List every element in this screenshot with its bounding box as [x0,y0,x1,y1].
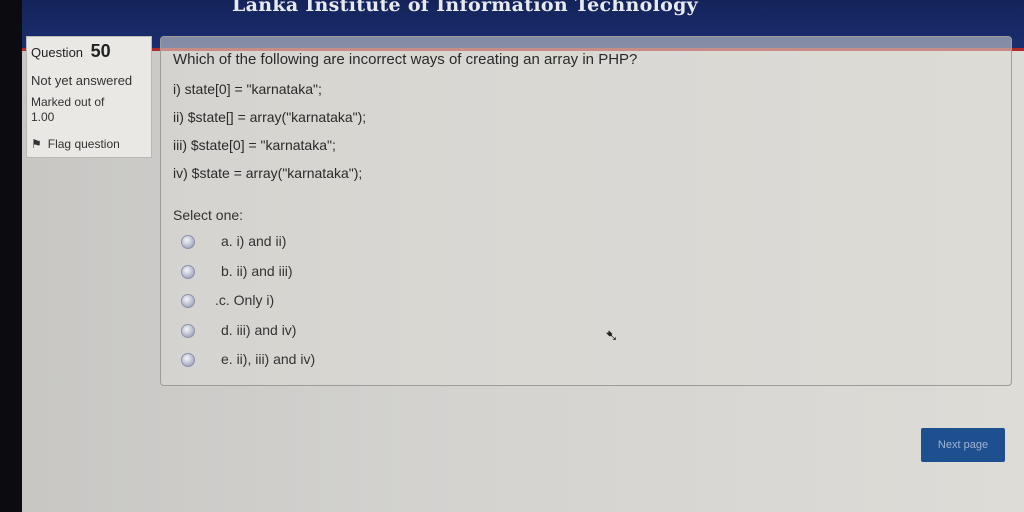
question-line-4: iv) $state = array("karnataka"); [173,165,363,181]
option-d-radio[interactable] [181,324,195,338]
marked-out-of-value: 1.00 [31,110,55,124]
marked-out-of: Marked out of 1.00 [31,95,104,125]
screen-bezel [0,0,22,512]
mouse-pointer-icon: ➷ [605,328,619,345]
option-c-label[interactable]: .c. Only i) [215,292,274,308]
option-c-radio[interactable] [181,294,195,308]
question-line-1: i) state[0] = "karnataka"; [173,81,322,97]
question-info-panel: Question 50 Not yet answered Marked out … [26,36,152,158]
question-label: Question 50 [31,41,111,62]
select-one-label: Select one: [173,207,244,223]
marked-out-of-label: Marked out of [31,95,105,109]
option-a-label[interactable]: a. i) and ii) [221,233,286,249]
flag-question-label: Flag question [47,137,120,151]
question-content: Which of the following are incorrect way… [160,36,1012,386]
question-text: Which of the following are incorrect way… [173,51,638,68]
flag-question-link[interactable]: ⚑ Flag question [31,137,120,151]
option-e-label[interactable]: e. ii), iii) and iv) [221,351,315,367]
question-state: Not yet answered [31,73,133,88]
question-label-text: Question [31,45,84,60]
site-title: Lanka Institute of Information Technolog… [232,0,698,16]
option-a-radio[interactable] [181,235,195,249]
next-page-button[interactable]: Next page [921,428,1005,462]
option-b-radio[interactable] [181,265,195,279]
option-b-label[interactable]: b. ii) and iii) [221,263,293,279]
question-line-3: iii) $state[0] = "karnataka"; [173,137,336,153]
question-line-2: ii) $state[] = array("karnataka"); [173,109,367,125]
flag-icon: ⚑ [31,137,42,151]
option-e-radio[interactable] [181,353,195,367]
option-d-label[interactable]: d. iii) and iv) [221,322,296,338]
question-number: 50 [90,41,111,61]
